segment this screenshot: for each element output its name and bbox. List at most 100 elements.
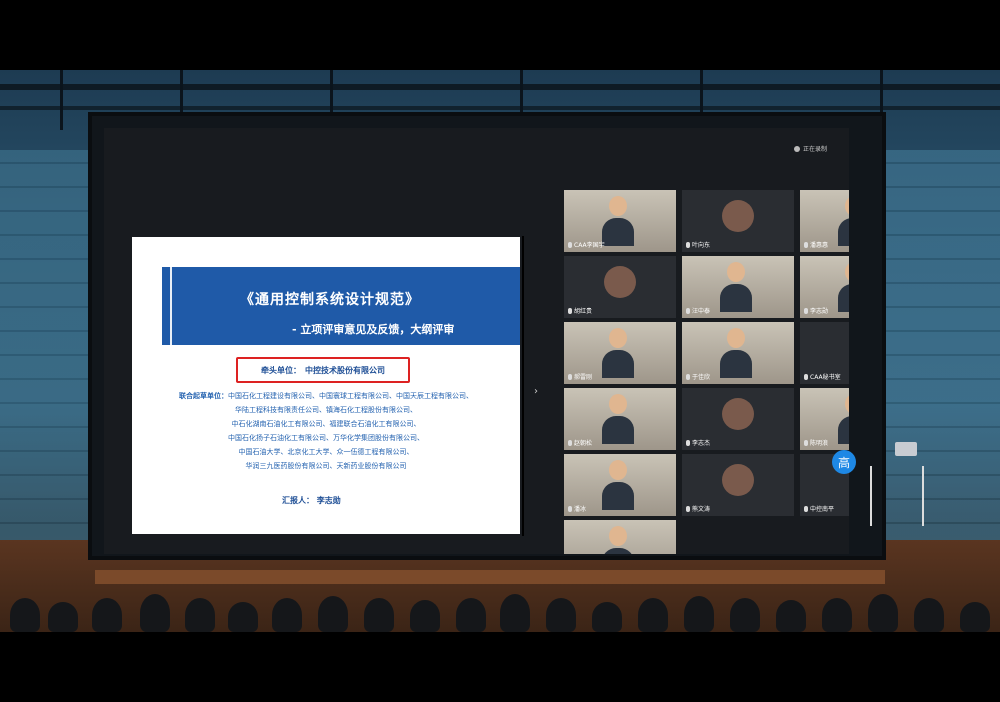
microphone-icon [686,241,690,248]
letterbox-top [0,0,1000,70]
microphone-icon [568,505,572,512]
drafter-line: 中国石化扬子石油化工有限公司、万华化学集团股份有限公司、 [228,434,424,442]
participant-name-label: 李志杰 [692,440,711,447]
microphone-icon [804,373,808,380]
drafter-line: 中国石化工程建设有限公司、中国寰球工程有限公司、中国天辰工程有限公司、 [228,392,473,400]
participant-name: 潘冰 [568,504,586,513]
participant-name-label: 于佳欣 [692,374,711,381]
participant-video [720,328,752,378]
avatar [722,464,754,496]
participant-video [602,526,634,554]
reporter-label: 汇报人： [282,496,314,505]
reporter: 汇报人： 李志勋 [282,495,341,506]
microphone-icon [686,373,690,380]
drafter-line: 华润三九医药股份有限公司、天新药业股份有限公司 [245,462,407,470]
participant-video [720,262,752,312]
record-icon [794,145,800,152]
participant-tile[interactable]: 郝雷刚 [564,322,676,384]
participant-tile[interactable]: 胡红贵 [564,256,676,318]
participant-tile[interactable] [564,520,676,554]
participant-name: 胡红贵 [568,306,592,315]
slide-subtitle: - 立项评审意见及反馈，大纲评审 [292,323,455,336]
participant-name-label: 汪中泰 [692,308,711,315]
participant-name: 陈明浪 [804,438,828,447]
participant-tile[interactable]: 潘冰 [564,454,676,516]
avatar [604,266,636,298]
microphone-icon [804,439,808,446]
microphone-icon [686,307,690,314]
ceiling-beam [60,70,63,130]
participant-name: 中控南平 [804,504,834,513]
participant-video [838,262,849,312]
audience [0,578,1000,632]
video-conference-window: 正在录制 《通用控制系统设计规范》 - 立项评审意见及反馈，大纲评审 牵头单位：… [104,128,849,554]
banner-divider [170,267,172,345]
drafter-line: 华陆工程科技有限责任公司、镇海石化工程股份有限公司、 [235,406,417,414]
microphone-icon [568,241,572,248]
participant-video [602,460,634,510]
lead-unit-label: 牵头单位： [261,365,301,375]
participant-tile[interactable]: 李志勋 [800,256,849,318]
participant-tile[interactable]: 汪中泰 [682,256,794,318]
collapse-panel-arrow-icon[interactable]: › [534,386,538,397]
participant-gallery: CAA李国宇 叶向东 潘惠惠胡红贵 汪中泰 李志勋郝雷刚 于佳欣 CAA秘书室赵朝松 李志杰 陈… [564,190,849,554]
projection-screen-frame: 正在录制 《通用控制系统设计规范》 - 立项评审意见及反馈，大纲评审 牵头单位：… [88,112,886,560]
participant-video [602,196,634,246]
participant-name-label: 陈明浪 [810,440,829,447]
participant-name-label: 潘冰 [574,506,587,513]
participant-name-label: 叶向东 [692,242,711,249]
participant-name-label: 赵朝松 [574,440,593,447]
lead-unit-name: 中控技术股份有限公司 [305,365,385,375]
participant-name-label: 中控南平 [810,506,835,513]
ceiling-truss [0,106,1000,110]
panel-divider [522,236,524,536]
participant-tile[interactable]: 李志杰 [682,388,794,450]
participant-name: CAA李国宇 [568,240,605,249]
drafter-line: 中国石油大学、北京化工大学、众一伍德工程有限公司、 [238,448,414,456]
participant-tile[interactable]: 潘惠惠 [800,190,849,252]
participant-name-label: 郝雷刚 [574,374,593,381]
slide-title-banner: 《通用控制系统设计规范》 - 立项评审意见及反馈，大纲评审 [162,267,520,345]
drafting-units: 联合起草单位：中国石化工程建设有限公司、中国寰球工程有限公司、中国天辰工程有限公… [132,389,520,473]
participant-name-label: 潘惠惠 [810,242,829,249]
participant-name: 李志勋 [804,306,828,315]
participant-name-label: 李志勋 [810,308,829,315]
avatar [722,398,754,430]
microphone-icon [804,505,808,512]
participant-name-label: CAA秘书室 [810,374,841,381]
participant-name: 于佳欣 [686,372,710,381]
microphone-icon [568,439,572,446]
shared-slide: 《通用控制系统设计规范》 - 立项评审意见及反馈，大纲评审 牵头单位： 中控技术… [132,237,520,534]
participant-tile[interactable]: CAA秘书室 [800,322,849,384]
participant-tile[interactable]: 于佳欣 [682,322,794,384]
microphone-icon [568,373,572,380]
slide-title: 《通用控制系统设计规范》 [240,292,420,308]
participant-name: 叶向东 [686,240,710,249]
participant-name: 赵朝松 [568,438,592,447]
participant-name: 潘惠惠 [804,240,828,249]
participant-name-label: 熊文涛 [692,506,711,513]
participant-tile[interactable]: 赵朝松 [564,388,676,450]
participant-tile[interactable]: CAA李国宇 [564,190,676,252]
participant-tile[interactable]: 陈明浪 [800,388,849,450]
participant-name: 郝雷刚 [568,372,592,381]
reporter-name: 李志勋 [316,496,341,505]
microphone-icon [804,307,808,314]
speaker-badge[interactable]: 高 [832,450,856,474]
recording-indicator: 正在录制 [794,144,827,153]
participant-tile[interactable]: 叶向东 [682,190,794,252]
letterbox-bottom [0,632,1000,702]
microphone-icon [568,307,572,314]
ceiling-truss [0,84,1000,90]
microphone-icon [686,505,690,512]
participant-name-label: CAA李国宇 [574,242,605,249]
brick-wall-left [0,150,95,570]
participant-tile[interactable]: 熊文涛 [682,454,794,516]
participant-video [838,196,849,246]
avatar [722,200,754,232]
drafter-line: 中石化湖南石油化工有限公司、福建联合石油化工有限公司、 [231,420,421,428]
microphone-icon [804,241,808,248]
participant-name-label: 胡红贵 [574,308,593,315]
participant-video [838,394,849,444]
participant-video [602,328,634,378]
